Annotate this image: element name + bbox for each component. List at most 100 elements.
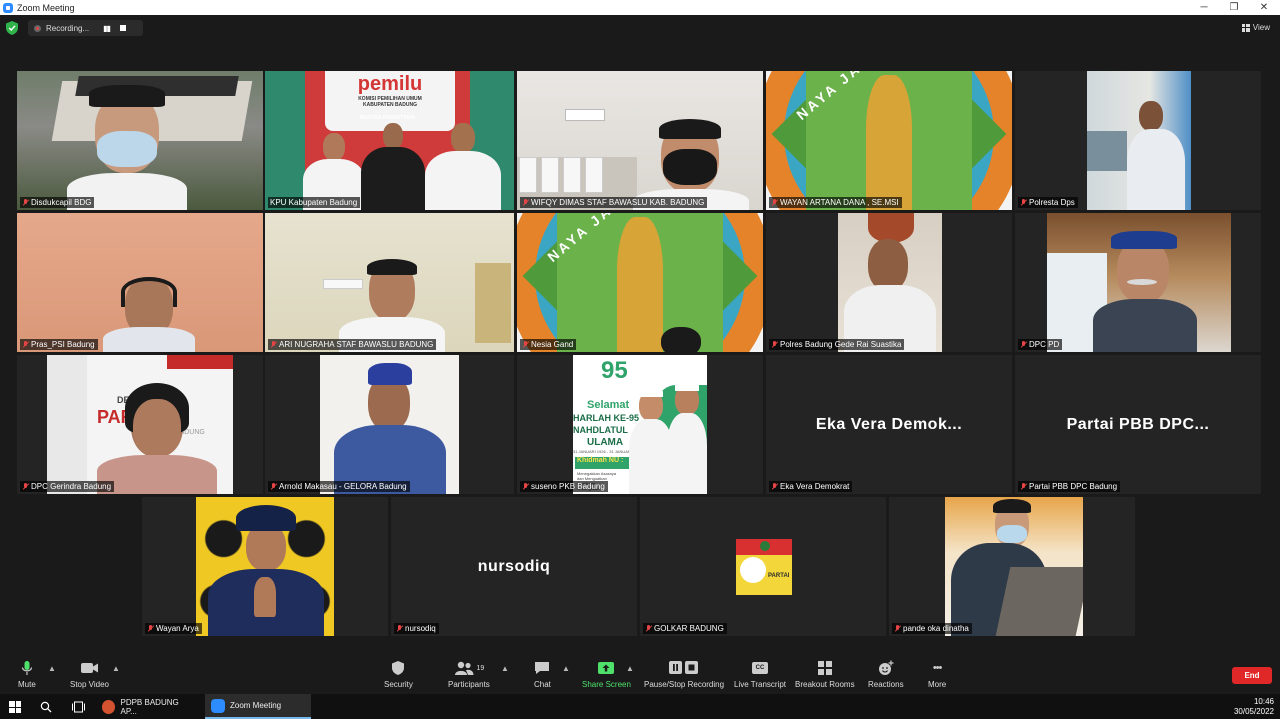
video-tile-no-video[interactable]: Partai PBB DPC... Partai PBB DPC Badung [1015,355,1261,494]
audio-options-caret[interactable]: ▲ [48,664,56,673]
stop-recording-icon[interactable] [119,25,126,31]
close-window-button[interactable]: ✕ [1248,0,1280,15]
video-tile[interactable]: NAYA JANA WAYAN ARTANA DANA , SE.MSI [766,71,1012,210]
participant-display-name: Partai PBB DPC... [1066,415,1210,433]
laptop [995,567,1083,636]
video-tile[interactable]: Pras_PSI Badung [17,213,263,352]
udeng-headwear [1111,231,1177,249]
chat-button[interactable]: Chat [534,660,551,689]
video-tile[interactable]: 95 Selamat HARLAH KE-95 NAHDLATUL ULAMA … [517,355,763,494]
video-tile[interactable]: Polres Badung Gede Rai Suastika [766,213,1012,352]
logo-figure [617,217,663,352]
golkar-profile-image: PARTAI [736,539,792,595]
mic-muted-icon [771,198,778,207]
hair [659,119,721,139]
participant-name-tag: Nesia Gand [520,339,577,350]
praying-hands [254,577,276,617]
system-clock[interactable]: 10:46 30/05/2022 [1234,697,1274,717]
video-feed [1047,213,1231,352]
stop-video-button[interactable]: Stop Video [70,660,109,689]
person-head [451,123,475,153]
participant-display-name: nursodiq [477,557,551,575]
hair [367,259,417,275]
video-tile[interactable]: ARI NUGRAHA STAF BAWASLU BADUNG [265,213,514,352]
video-tile[interactable]: Disdukcapil BDG [17,71,263,210]
person-body [667,413,707,494]
video-tile-no-video[interactable]: nursodiq nursodiq [391,497,637,636]
zoom-app-icon [3,2,13,13]
chat-bubble-icon [534,660,550,676]
video-tile[interactable]: NAYA JANA Nesia Gand [517,213,763,352]
video-tile[interactable]: DEWAN PARTAI KAB. BADUNG DPC Gerindra Ba… [17,355,263,494]
participant-name-tag: suseno PKB Badung [520,481,608,492]
mic-muted-icon [522,340,529,349]
video-feed: NAYA JANA [766,71,1012,210]
participant-name-tag: Eka Vera Demokrat [769,481,853,492]
pause-stop-recording-button[interactable]: Pause/Stop Recording [644,660,724,689]
task-view-icon[interactable] [72,701,85,713]
mute-button[interactable]: Mute [18,660,36,689]
meeting-controls-toolbar: Mute ▲ Stop Video ▲ Security 19 Particip… [0,655,1280,694]
video-tile[interactable]: Arnold Makasau - GELORA Badung [265,355,514,494]
mic-muted-icon [22,198,29,207]
share-options-caret[interactable]: ▲ [626,664,634,673]
video-tile-active-speaker[interactable]: pemilu KOMISI PEMILIHAN UMUM KABUPATEN B… [265,71,514,210]
participants-options-caret[interactable]: ▲ [501,664,509,673]
mic-muted-icon [1020,482,1027,491]
chat-options-caret[interactable]: ▲ [562,664,570,673]
participants-icon: 19 [454,660,484,676]
video-feed [838,213,942,352]
video-feed [17,213,263,352]
taskbar-app-powerpoint[interactable]: PDPB BADUNG AP... [96,694,200,719]
video-feed: NAYA JANA [517,213,763,352]
video-tile[interactable]: pande oka dinatha [889,497,1135,636]
share-screen-button[interactable]: Share Screen [582,660,631,689]
video-tile[interactable]: Polresta Dps [1015,71,1261,210]
mic-muted-icon [894,624,901,633]
air-conditioner [565,109,605,121]
pause-stop-recording-icon [669,660,699,676]
video-tile-no-video[interactable]: Eka Vera Demok... Eka Vera Demokrat [766,355,1012,494]
shield-icon[interactable] [6,21,18,35]
person-head [1139,101,1163,131]
reactions-emoji-icon [878,660,894,676]
taskbar-app-zoom[interactable]: Zoom Meeting [205,694,311,719]
reactions-button[interactable]: Reactions [868,660,904,689]
windows-taskbar: PDPB BADUNG AP... Zoom Meeting 10:46 30/… [0,694,1280,719]
participant-name-tag: DPC PD [1018,339,1063,350]
video-feed [517,71,763,210]
live-transcript-button[interactable]: CC Live Transcript [734,660,786,689]
pause-recording-icon[interactable]: ▮▮ [103,24,111,33]
person-head [323,133,345,161]
notice-board [1087,131,1127,171]
mic-muted-icon [522,198,529,207]
video-tile[interactable]: WIFQY DIMAS STAF BAWASLU KAB. BADUNG [517,71,763,210]
person-head [383,123,403,149]
person-body [425,151,501,210]
flag-shape [47,355,87,494]
minimize-button[interactable]: ─ [1188,0,1220,15]
security-button[interactable]: Security [384,660,413,689]
search-icon[interactable] [40,701,52,713]
mic-muted-icon [771,482,778,491]
maximize-button[interactable]: ❐ [1218,0,1250,15]
video-feed [320,355,459,494]
video-tile[interactable]: PARTAI GOLKAR BADUNG [640,497,886,636]
breakout-rooms-button[interactable]: Breakout Rooms [795,660,855,689]
participant-name-tag: Disdukcapil BDG [20,197,95,208]
peci-cap [675,381,699,391]
video-tile[interactable]: DPC PD [1015,213,1261,352]
video-tile[interactable]: Wayan Arya [142,497,388,636]
participant-name-tag: pande oka dinatha [892,623,972,634]
more-button[interactable]: ••• More [928,660,946,689]
person-body [97,455,217,494]
participants-button[interactable]: 19 Participants [448,660,490,689]
end-meeting-button[interactable]: End [1232,667,1272,684]
windows-start-icon[interactable] [9,701,21,713]
video-feed: DEWAN PARTAI KAB. BADUNG [47,355,233,494]
video-options-caret[interactable]: ▲ [112,664,120,673]
banner-strip [167,355,233,369]
view-button[interactable]: View [1241,23,1270,32]
microphone-icon [21,660,33,676]
ballot-boxes [519,157,603,193]
